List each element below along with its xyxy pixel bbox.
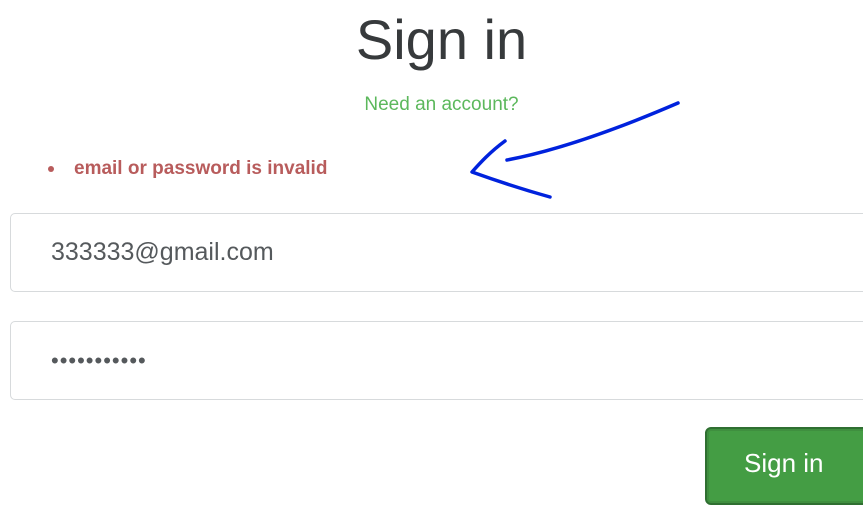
bullet-icon <box>48 166 54 172</box>
error-message: email or password is invalid <box>48 156 327 182</box>
error-text: email or password is invalid <box>74 158 328 179</box>
password-field[interactable] <box>10 321 863 400</box>
email-field[interactable] <box>10 213 863 292</box>
sign-in-button[interactable]: Sign in <box>705 427 863 505</box>
error-messages: email or password is invalid <box>48 156 327 182</box>
need-account-link[interactable]: Need an account? <box>0 92 863 118</box>
page-title: Sign in <box>355 8 528 71</box>
